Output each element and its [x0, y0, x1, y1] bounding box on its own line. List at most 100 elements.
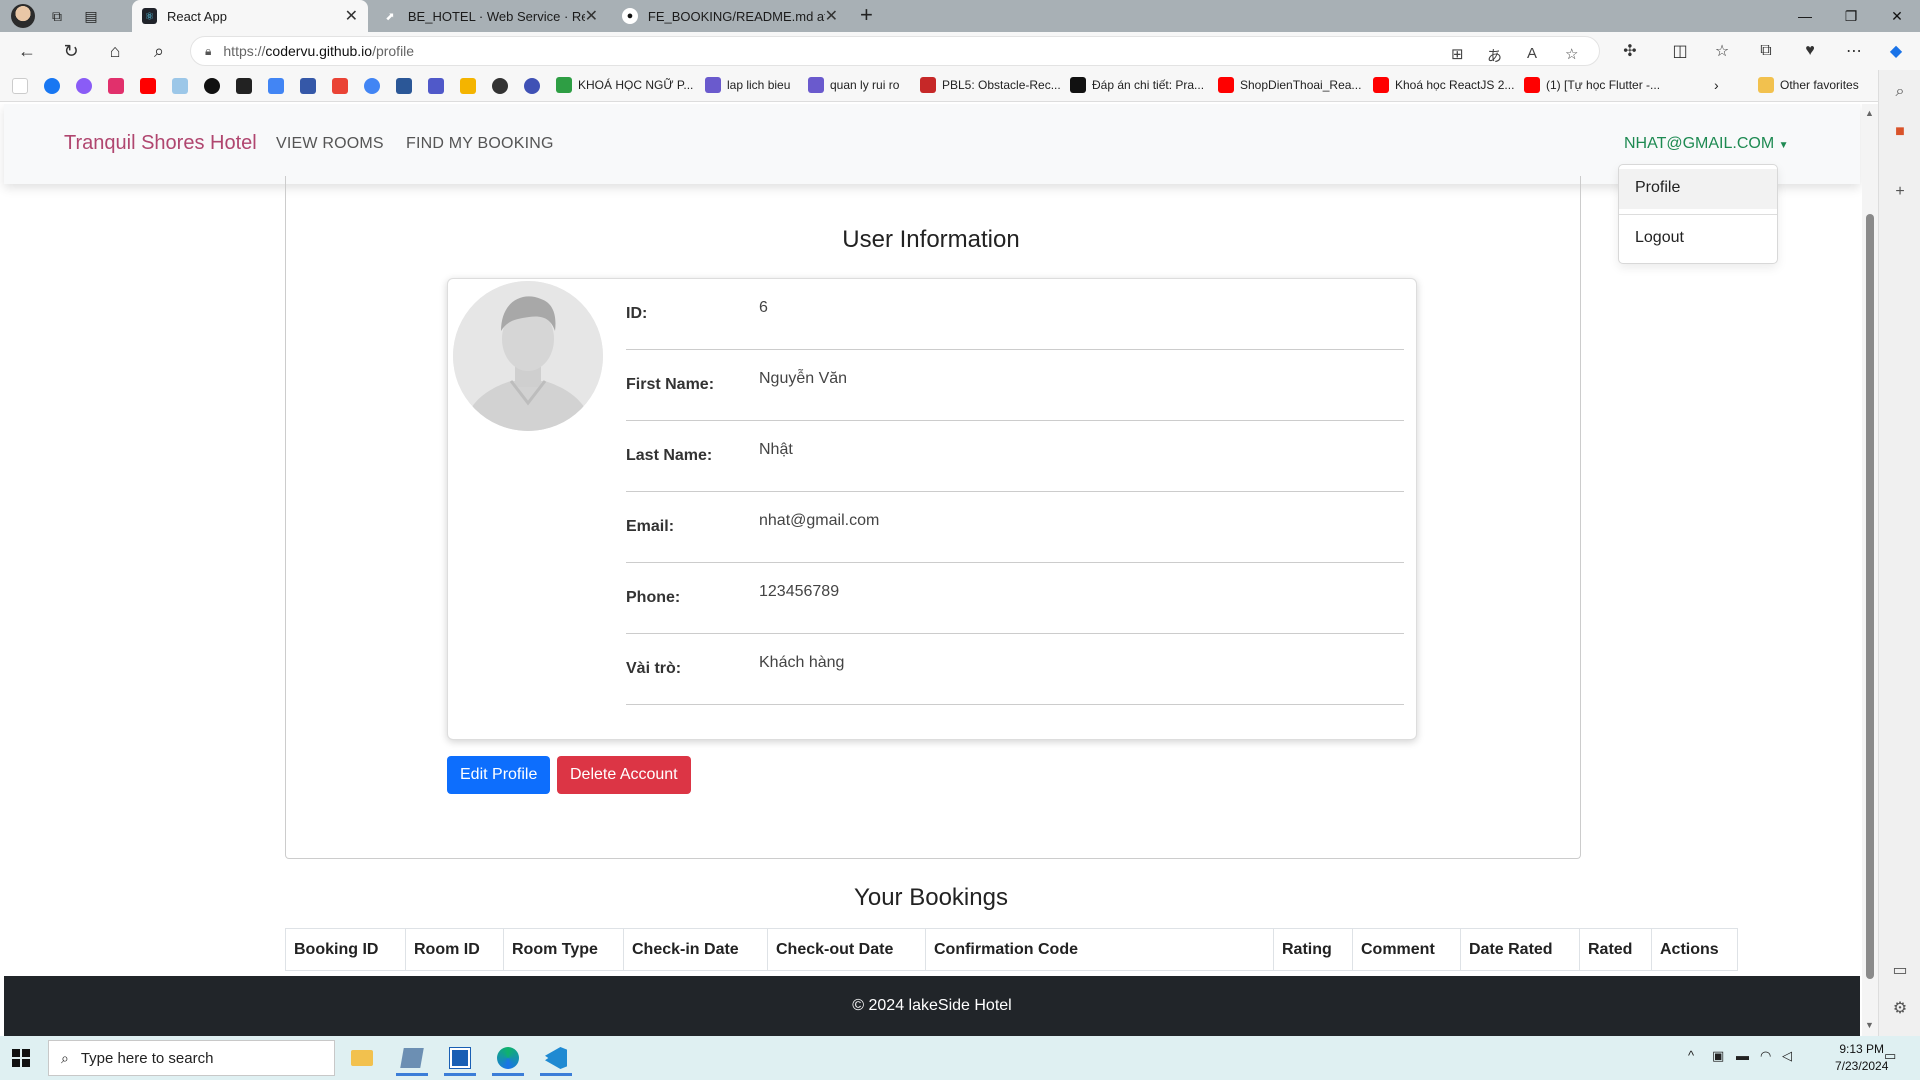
bookmark-item[interactable]: (1) [Tự học Flutter -...	[1524, 77, 1660, 93]
profile-avatar-button[interactable]	[8, 3, 38, 29]
scrollbar-thumb[interactable]	[1866, 214, 1874, 979]
vscode-icon[interactable]	[534, 1040, 578, 1076]
info-label: Last Name:	[626, 447, 713, 464]
more-icon[interactable]: ⋯	[1840, 38, 1868, 64]
caret-down-icon: ▼	[1778, 140, 1789, 151]
bookmark-item[interactable]: quan ly rui ro	[808, 77, 899, 93]
meet-icon[interactable]: ▣	[1712, 1048, 1724, 1064]
bookmark-label: quan ly rui ro	[830, 78, 900, 92]
openai-icon[interactable]	[204, 78, 220, 94]
favorite-star-icon[interactable]: ☆	[1565, 45, 1578, 63]
close-window-icon[interactable]: ✕	[1874, 0, 1920, 32]
favorites-icon[interactable]: ☆	[1708, 38, 1736, 64]
nav-view-rooms[interactable]: VIEW ROOMS	[276, 135, 384, 153]
info-value: Khách hàng	[759, 654, 845, 671]
youtube-icon[interactable]	[140, 78, 156, 94]
new-tab-icon[interactable]: +	[860, 2, 873, 28]
bookmark-item[interactable]: PBL5: Obstacle-Rec...	[920, 77, 1061, 93]
dropdown-item-profile[interactable]: Profile	[1619, 169, 1777, 209]
github-icon[interactable]	[492, 78, 508, 94]
notification-icon[interactable]: ▭	[1884, 1048, 1896, 1064]
bookmark-item[interactable]: Đáp án chi tiết: Pra...	[1070, 77, 1204, 93]
column-header: Comment	[1352, 928, 1461, 971]
other-favorites-folder[interactable]: Other favorites	[1758, 77, 1859, 93]
close-icon[interactable]: ✕	[345, 6, 358, 26]
vertical-tabs-icon[interactable]: ▤	[76, 3, 106, 29]
search-icon[interactable]: ⌕	[144, 37, 174, 65]
restore-icon[interactable]: ❐	[1828, 0, 1874, 32]
footer-text: © 2024 lakeSide Hotel	[852, 997, 1012, 1014]
address-bar[interactable]: 🔒︎ https://codervu.github.io/profile ⊞ あ…	[190, 36, 1600, 66]
workspaces-icon[interactable]: ⧉	[42, 3, 72, 29]
gemini-icon[interactable]	[268, 78, 284, 94]
gmail-icon[interactable]	[332, 78, 348, 94]
column-header: Check-in Date	[623, 928, 768, 971]
bookmark-item[interactable]: lap lich bieu	[705, 77, 790, 93]
tab-be-hotel[interactable]: ⬈ BE_HOTEL · Web Service · Render ✕	[372, 0, 608, 32]
google-icon[interactable]	[364, 78, 380, 94]
add-icon[interactable]: +	[1890, 182, 1910, 202]
app-icon[interactable]	[390, 1040, 434, 1076]
tools-icon[interactable]: ■	[1890, 122, 1910, 142]
volume-icon[interactable]: ◁	[1782, 1048, 1792, 1064]
extensions-icon[interactable]: ✣	[1616, 38, 1644, 64]
copilot-icon[interactable]: ◆	[1882, 38, 1910, 64]
collections-icon[interactable]: ⧉	[1752, 38, 1780, 64]
bookmark-icon[interactable]	[396, 78, 412, 94]
bookmark-item[interactable]: ShopDienThoai_Rea...	[1218, 77, 1361, 93]
instagram-icon[interactable]	[108, 78, 124, 94]
file-explorer-icon[interactable]	[340, 1040, 384, 1076]
github-icon: ●	[622, 8, 638, 24]
read-aloud-icon[interactable]: A	[1527, 45, 1537, 62]
bookmark-icon[interactable]	[524, 78, 540, 94]
more-bookmarks-icon[interactable]: ›	[1714, 77, 1719, 93]
nav-find-my-booking[interactable]: FIND MY BOOKING	[406, 135, 554, 153]
search-icon[interactable]: ⌕	[1890, 82, 1910, 102]
performance-icon[interactable]: ♥	[1796, 38, 1824, 64]
battery-icon[interactable]: ▬	[1736, 1048, 1749, 1063]
facebook-icon[interactable]	[44, 78, 60, 94]
bookmark-icon[interactable]	[172, 78, 188, 94]
page-scrollbar[interactable]: ▲ ▼	[1862, 104, 1878, 1036]
user-email: NHAT@GMAIL.COM	[1624, 135, 1775, 152]
bookmarks-bar: KHOÁ HỌC NGỮ P... lap lich bieu quan ly …	[0, 70, 1920, 102]
split-screen-icon[interactable]: ◫	[1666, 38, 1694, 64]
info-label: ID:	[626, 305, 648, 322]
site-brand-link[interactable]: Tranquil Shores Hotel	[64, 132, 257, 155]
taskbar-search-box[interactable]: ⌕ Type here to search	[48, 1040, 335, 1076]
back-icon[interactable]: ←	[12, 37, 42, 65]
user-menu-toggle[interactable]: NHAT@GMAIL.COM ▼	[1624, 135, 1789, 153]
minimize-icon[interactable]: —	[1782, 0, 1828, 32]
teams-icon[interactable]	[428, 78, 444, 94]
bookmark-icon[interactable]	[460, 78, 476, 94]
bookmark-icon[interactable]	[300, 78, 316, 94]
column-header: Date Rated	[1460, 928, 1580, 971]
scroll-down-icon[interactable]: ▼	[1865, 1020, 1874, 1030]
chevron-up-icon[interactable]: ^	[1688, 1048, 1694, 1063]
bookmark-icon[interactable]	[236, 78, 252, 94]
edge-browser-icon[interactable]	[486, 1040, 530, 1076]
column-header: Booking ID	[285, 928, 406, 971]
apps-icon[interactable]: ⊞	[1451, 45, 1464, 63]
table-header-row: Booking ID Room ID Room Type Check-in Da…	[285, 928, 1738, 971]
bookmark-item[interactable]: KHOÁ HỌC NGỮ P...	[556, 77, 693, 93]
edit-profile-button[interactable]: Edit Profile	[447, 756, 551, 794]
home-icon[interactable]: ⌂	[100, 37, 130, 65]
delete-account-button[interactable]: Delete Account	[557, 756, 691, 794]
app-icon[interactable]	[438, 1040, 482, 1076]
gear-icon[interactable]: ⚙	[1890, 998, 1910, 1018]
tab-fe-booking[interactable]: ● FE_BOOKING/README.md at dev ✕	[612, 0, 848, 32]
bookmark-item[interactable]: Khoá học ReactJS 2...	[1373, 77, 1514, 93]
refresh-icon[interactable]: ↻	[56, 37, 86, 65]
windows-start-icon[interactable]	[12, 1049, 30, 1067]
taskbar-clock[interactable]: 9:13 PM 7/23/2024	[1835, 1041, 1888, 1075]
close-icon[interactable]: ✕	[825, 6, 838, 26]
close-icon[interactable]: ✕	[585, 6, 598, 26]
wifi-icon[interactable]: ◠	[1760, 1048, 1771, 1064]
tab-react-app[interactable]: ⚛ React App ✕	[132, 0, 368, 32]
messenger-icon[interactable]	[76, 78, 92, 94]
screen-icon[interactable]: ▭	[1890, 960, 1910, 980]
translate-icon[interactable]: あ	[1487, 45, 1502, 66]
scroll-up-icon[interactable]: ▲	[1865, 108, 1874, 118]
google-icon[interactable]	[12, 78, 28, 94]
